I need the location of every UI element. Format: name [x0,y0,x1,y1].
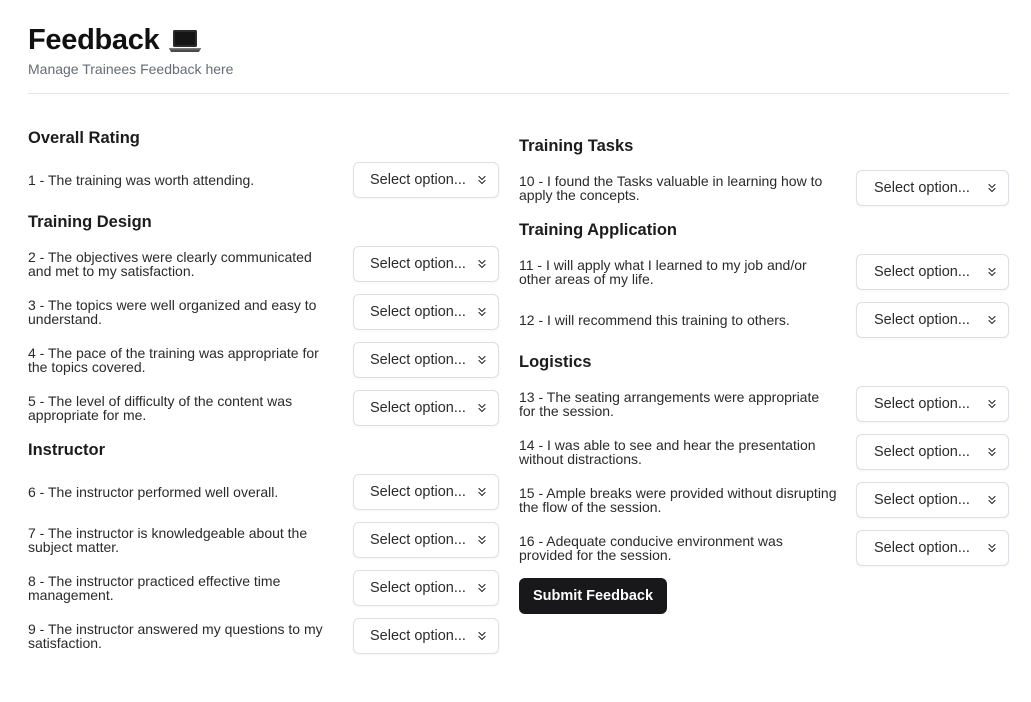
question-row-9: 9 - The instructor answered my questions… [28,618,499,654]
page-header: Feedback Manage Trainees Feedback here [28,22,1009,78]
question-label-15: 15 - Ample breaks were provided without … [519,485,837,515]
rating-select-8[interactable]: Select option... [353,570,499,606]
title-row: Feedback [28,22,1009,58]
select-placeholder: Select option... [370,532,466,548]
question-label-8: 8 - The instructor practiced effective t… [28,573,281,603]
rating-select-12[interactable]: Select option... [856,302,1009,338]
question-row-14: 14 - I was able to see and hear the pres… [519,434,1009,470]
select-placeholder: Select option... [874,492,970,508]
question-label-1: 1 - The training was worth attending. [28,172,255,188]
chevrons-icon [988,495,996,505]
question-label-10: 10 - I found the Tasks valuable in learn… [519,173,823,203]
select-placeholder: Select option... [370,304,466,320]
question-row-6: 6 - The instructor performed well overal… [28,474,499,510]
select-placeholder: Select option... [874,264,970,280]
question-label-11: 11 - I will apply what I learned to my j… [519,257,807,287]
section-title-training-application: Training Application [519,221,677,239]
chevrons-icon [988,543,996,553]
question-label-16: 16 - Adequate conducive environment was … [519,533,783,563]
select-placeholder: Select option... [874,444,970,460]
question-row-16: 16 - Adequate conducive environment was … [519,530,1009,566]
chevrons-icon [478,487,486,497]
question-label-7: 7 - The instructor is knowledgeable abou… [28,525,308,555]
question-row-10: 10 - I found the Tasks valuable in learn… [519,170,1009,206]
laptop-icon [168,28,202,54]
chevrons-icon [478,403,486,413]
chevrons-icon [988,183,996,193]
chevrons-icon [478,307,486,317]
select-placeholder: Select option... [370,484,466,500]
chevrons-icon [478,535,486,545]
rating-select-3[interactable]: Select option... [353,294,499,330]
question-row-15: 15 - Ample breaks were provided without … [519,482,1009,518]
question-label-12: 12 - I will recommend this training to o… [519,312,790,328]
rating-select-7[interactable]: Select option... [353,522,499,558]
select-placeholder: Select option... [874,180,970,196]
select-placeholder: Select option... [370,172,466,188]
question-label-9: 9 - The instructor answered my questions… [28,621,323,651]
select-placeholder: Select option... [370,400,466,416]
section-title-training-tasks: Training Tasks [519,137,634,155]
rating-select-9[interactable]: Select option... [353,618,499,654]
question-label-14: 14 - I was able to see and hear the pres… [519,437,816,467]
question-row-1: 1 - The training was worth attending. Se… [28,162,499,198]
rating-select-5[interactable]: Select option... [353,390,499,426]
rating-select-6[interactable]: Select option... [353,474,499,510]
question-row-8: 8 - The instructor practiced effective t… [28,570,499,606]
select-placeholder: Select option... [370,352,466,368]
chevrons-icon [478,583,486,593]
chevrons-icon [478,175,486,185]
rating-select-2[interactable]: Select option... [353,246,499,282]
select-placeholder: Select option... [370,628,466,644]
page-subtitle: Manage Trainees Feedback here [28,61,234,77]
section-title-overall-rating: Overall Rating [28,129,140,147]
rating-select-15[interactable]: Select option... [856,482,1009,518]
question-label-2: 2 - The objectives were clearly communic… [28,249,312,279]
question-row-2: 2 - The objectives were clearly communic… [28,246,499,282]
rating-select-4[interactable]: Select option... [353,342,499,378]
chevrons-icon [988,315,996,325]
section-title-logistics: Logistics [519,353,592,371]
rating-select-10[interactable]: Select option... [856,170,1009,206]
question-row-12: 12 - I will recommend this training to o… [519,302,1009,338]
chevrons-icon [478,631,486,641]
select-placeholder: Select option... [874,312,970,328]
submit-feedback-button[interactable]: Submit Feedback [519,578,667,614]
chevrons-icon [478,259,486,269]
question-row-7: 7 - The instructor is knowledgeable abou… [28,522,499,558]
question-row-5: 5 - The level of difficulty of the conte… [28,390,499,426]
question-label-13: 13 - The seating arrangements were appro… [519,389,820,419]
question-label-3: 3 - The topics were well organized and e… [28,297,317,327]
select-placeholder: Select option... [370,256,466,272]
question-label-4: 4 - The pace of the training was appropr… [28,345,319,375]
question-label-6: 6 - The instructor performed well overal… [28,484,279,500]
header-divider [28,93,1009,94]
section-title-training-design: Training Design [28,213,152,231]
question-row-4: 4 - The pace of the training was appropr… [28,342,499,378]
chevrons-icon [988,447,996,457]
rating-select-11[interactable]: Select option... [856,254,1009,290]
select-placeholder: Select option... [874,540,970,556]
chevrons-icon [988,267,996,277]
rating-select-1[interactable]: Select option... [353,162,499,198]
rating-select-13[interactable]: Select option... [856,386,1009,422]
page-title: Feedback [28,24,160,56]
rating-select-16[interactable]: Select option... [856,530,1009,566]
question-row-11: 11 - I will apply what I learned to my j… [519,254,1009,290]
chevrons-icon [988,399,996,409]
question-label-5: 5 - The level of difficulty of the conte… [28,393,293,423]
select-placeholder: Select option... [874,396,970,412]
rating-select-14[interactable]: Select option... [856,434,1009,470]
select-placeholder: Select option... [370,580,466,596]
question-row-3: 3 - The topics were well organized and e… [28,294,499,330]
section-title-instructor: Instructor [28,441,106,459]
question-row-13: 13 - The seating arrangements were appro… [519,386,1009,422]
chevrons-icon [478,355,486,365]
